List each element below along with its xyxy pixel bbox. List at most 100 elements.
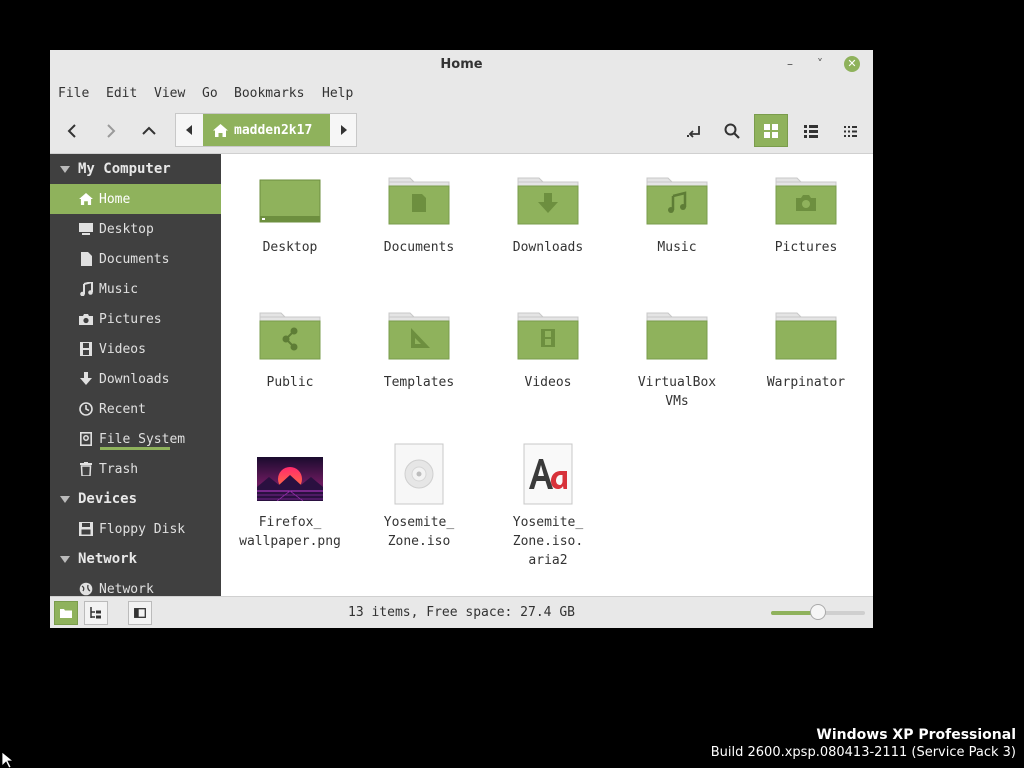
zoom-slider-handle[interactable] (810, 604, 826, 620)
sidebar-item-label: Recent (99, 401, 146, 417)
file-item-music[interactable]: Music (622, 176, 732, 257)
zoom-slider[interactable] (771, 604, 865, 620)
section-label: Network (78, 551, 138, 567)
home-icon (213, 123, 228, 137)
menu-file[interactable]: File (58, 86, 89, 101)
image-thumbnail-icon (257, 451, 323, 505)
trash-icon (78, 461, 94, 477)
title-bar[interactable]: Home – ˅ ✕ (50, 50, 873, 78)
sidebar-item-documents[interactable]: Documents (50, 244, 221, 274)
disc-image-icon (388, 443, 450, 505)
sidebar-item-downloads[interactable]: Downloads (50, 364, 221, 394)
section-label: Devices (78, 491, 138, 507)
sidebar-item-label: Desktop (99, 221, 154, 237)
arrow-up-icon (142, 126, 156, 135)
sidebar: My Computer Home Desktop Documents Music… (50, 154, 221, 596)
file-item-warpinator[interactable]: Warpinator (751, 311, 861, 392)
file-name: Documents (383, 240, 455, 255)
file-manager-window: Home – ˅ ✕ File Edit View Go Bookmarks H… (50, 50, 873, 628)
disk-usage-bar (100, 447, 170, 450)
menu-bar: File Edit View Go Bookmarks Help (50, 78, 873, 110)
path-scroll-left-button[interactable] (176, 114, 201, 146)
collapse-triangle-icon (60, 165, 70, 173)
sidebar-item-label: Videos (99, 341, 146, 357)
arrow-right-icon (107, 124, 116, 138)
sidebar-item-label: Music (99, 281, 139, 297)
sidebar-item-label: Floppy Disk (99, 521, 186, 537)
folder-documents-icon (388, 176, 450, 230)
menu-view[interactable]: View (154, 86, 185, 101)
arrow-left-icon (67, 124, 76, 138)
file-item-virtualbox-vms[interactable]: VirtualBox VMs (622, 311, 732, 411)
sidebar-item-network[interactable]: Network (50, 574, 221, 596)
path-crumb-home[interactable]: madden2k17 (203, 114, 330, 146)
list-icon (804, 124, 818, 138)
sidebar-item-pictures[interactable]: Pictures (50, 304, 221, 334)
file-item-yosemite-iso[interactable]: Yosemite_ Zone.iso (364, 443, 474, 551)
file-item-templates[interactable]: Templates (364, 311, 474, 392)
section-label: My Computer (78, 161, 171, 177)
font-file-icon (517, 443, 579, 505)
menu-edit[interactable]: Edit (106, 86, 137, 101)
triangle-right-icon (340, 125, 347, 135)
menu-bookmarks[interactable]: Bookmarks (234, 86, 304, 101)
sidebar-item-trash[interactable]: Trash (50, 454, 221, 484)
sidebar-item-recent[interactable]: Recent (50, 394, 221, 424)
file-name: Warpinator (766, 375, 846, 390)
list-view-button[interactable] (796, 116, 826, 146)
file-name: Yosemite_ Zone.iso (383, 515, 455, 549)
icon-view-button[interactable] (754, 114, 788, 147)
toggle-location-entry-button[interactable] (679, 116, 709, 146)
mouse-cursor-icon (2, 752, 14, 768)
folder-icon (646, 311, 708, 365)
folder-music-icon (646, 176, 708, 230)
camera-icon (78, 311, 94, 327)
file-item-firefox-wallpaper[interactable]: Firefox_ wallpaper.png (235, 451, 345, 551)
sidebar-item-home[interactable]: Home (50, 184, 221, 214)
sidebar-section-my-computer[interactable]: My Computer (50, 154, 221, 184)
file-item-videos[interactable]: Videos (493, 311, 603, 392)
back-button[interactable] (58, 116, 88, 146)
forward-button[interactable] (95, 116, 125, 146)
file-name: Firefox_ wallpaper.png (239, 515, 341, 549)
compact-view-button[interactable] (835, 116, 865, 146)
folder-icon (775, 311, 837, 365)
search-button[interactable] (717, 116, 747, 146)
sidebar-item-videos[interactable]: Videos (50, 334, 221, 364)
close-button[interactable]: ✕ (844, 56, 860, 72)
file-item-downloads[interactable]: Downloads (493, 176, 603, 257)
file-name: Downloads (512, 240, 584, 255)
sidebar-item-desktop[interactable]: Desktop (50, 214, 221, 244)
triangle-left-icon (185, 125, 192, 135)
folder-pictures-icon (775, 176, 837, 230)
file-item-public[interactable]: Public (235, 311, 345, 392)
sidebar-item-label: Downloads (99, 371, 170, 387)
sidebar-section-devices[interactable]: Devices (50, 484, 221, 514)
film-icon (78, 341, 94, 357)
floppy-icon (78, 521, 94, 537)
os-build: Build 2600.xpsp.080413-2111 (Service Pac… (710, 745, 1016, 760)
sidebar-item-music[interactable]: Music (50, 274, 221, 304)
folder-downloads-icon (517, 176, 579, 230)
file-item-documents[interactable]: Documents (364, 176, 474, 257)
drive-icon (78, 431, 94, 447)
file-item-pictures[interactable]: Pictures (751, 176, 861, 257)
sidebar-item-label: File System (99, 431, 186, 447)
sidebar-item-floppy-disk[interactable]: Floppy Disk (50, 514, 221, 544)
file-view: Desktop Documents Downloads Music Pictur (221, 154, 873, 596)
sidebar-section-network[interactable]: Network (50, 544, 221, 574)
sidebar-item-label: Home (99, 191, 131, 207)
up-button[interactable] (134, 116, 164, 146)
minimize-button[interactable]: – (782, 56, 798, 72)
path-scroll-right-button[interactable] (331, 114, 356, 146)
desktop-icon (78, 221, 94, 237)
sidebar-item-label: Trash (99, 461, 139, 477)
music-note-icon (78, 281, 94, 297)
maximize-button[interactable]: ˅ (812, 56, 828, 72)
grid-icon (764, 123, 778, 138)
menu-go[interactable]: Go (202, 86, 218, 101)
location-entry-icon (687, 126, 700, 138)
file-item-desktop[interactable]: Desktop (235, 176, 345, 257)
menu-help[interactable]: Help (322, 86, 353, 101)
file-item-yosemite-aria2[interactable]: Yosemite_ Zone.iso. aria2 (493, 443, 603, 570)
